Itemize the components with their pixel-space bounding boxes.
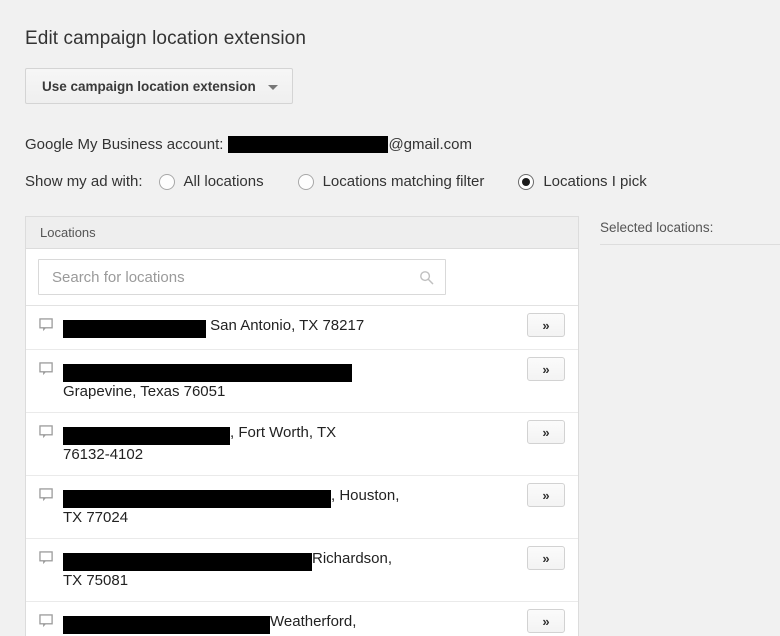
table-row[interactable]: Richardson, TX 75081 » bbox=[26, 539, 578, 602]
location-address: Weatherford,Texas 76086 bbox=[63, 611, 360, 636]
location-address-line2: 76132-4102 bbox=[63, 446, 144, 463]
selected-locations-title: Selected locations: bbox=[600, 220, 714, 235]
search-input[interactable] bbox=[39, 260, 445, 294]
radio-label-all-locations: All locations bbox=[183, 173, 264, 190]
locations-panel-title: Locations bbox=[40, 225, 96, 240]
location-address-line1: Weatherford, bbox=[270, 613, 357, 630]
radio-mark-locations-matching-filter[interactable] bbox=[297, 173, 314, 190]
show-my-ad-with-group: Show my ad with: All locations Locations… bbox=[25, 173, 647, 190]
location-address: Grapevine, Texas 76051 bbox=[63, 359, 356, 403]
locations-list: San Antonio, TX 78217» Grapevine, Texas 7… bbox=[26, 306, 578, 636]
page-title: Edit campaign location extension bbox=[25, 28, 306, 49]
redacted-business-name bbox=[63, 364, 352, 383]
location-address: Richardson, TX 75081 bbox=[63, 548, 396, 592]
search-box[interactable] bbox=[38, 259, 446, 295]
account-label: Google My Business account: bbox=[25, 136, 224, 153]
location-address-line1: , Houston, bbox=[331, 487, 400, 504]
redacted-business-name bbox=[63, 427, 230, 446]
location-address-line1: San Antonio, TX 78217 bbox=[206, 317, 365, 334]
redacted-business-name bbox=[63, 616, 270, 635]
move-location-right-button[interactable]: » bbox=[527, 546, 565, 570]
dropdown-label: Use campaign location extension bbox=[42, 78, 256, 94]
move-location-right-button[interactable]: » bbox=[527, 357, 565, 381]
google-my-business-account-line: Google My Business account: @gmail.com bbox=[25, 136, 472, 153]
location-address-line2: TX 75081 bbox=[63, 572, 129, 589]
radio-option-locations-matching-filter[interactable]: Locations matching filter bbox=[297, 173, 485, 190]
location-address-line2: TX 77024 bbox=[63, 509, 129, 526]
speech-bubble-icon bbox=[39, 362, 53, 376]
radio-mark-locations-i-pick[interactable] bbox=[518, 173, 535, 190]
table-row[interactable]: , Fort Worth, TX 76132-4102 » bbox=[26, 413, 578, 476]
location-address-line2: Grapevine, Texas 76051 bbox=[63, 383, 226, 400]
move-location-right-button[interactable]: » bbox=[527, 313, 565, 337]
selected-locations-column: Selected locations: bbox=[600, 220, 780, 245]
radio-option-all-locations[interactable]: All locations bbox=[158, 173, 264, 190]
locations-panel-header: Locations bbox=[26, 217, 578, 249]
radio-label-locations-matching-filter: Locations matching filter bbox=[322, 173, 485, 190]
redacted-business-name bbox=[63, 490, 331, 509]
move-location-right-button[interactable]: » bbox=[527, 483, 565, 507]
radio-option-locations-i-pick[interactable]: Locations I pick bbox=[518, 173, 647, 190]
speech-bubble-icon bbox=[39, 425, 53, 439]
locations-search-area bbox=[26, 249, 578, 306]
location-address: , Fort Worth, TX 76132-4102 bbox=[63, 422, 340, 466]
speech-bubble-icon bbox=[39, 488, 53, 502]
location-address: San Antonio, TX 78217 bbox=[63, 315, 368, 339]
move-location-right-button[interactable]: » bbox=[527, 420, 565, 444]
account-domain-suffix: @gmail.com bbox=[388, 136, 473, 153]
move-location-right-button[interactable]: » bbox=[527, 609, 565, 633]
speech-bubble-icon bbox=[39, 551, 53, 565]
redacted-account-name bbox=[228, 136, 389, 153]
chevron-down-icon bbox=[267, 84, 278, 90]
speech-bubble-icon bbox=[39, 318, 53, 332]
locations-panel: Locations San Antonio, TX 78217»Grapevin… bbox=[25, 216, 579, 636]
location-address: , Houston, TX 77024 bbox=[63, 485, 403, 529]
location-address-line1: Richardson, bbox=[312, 550, 393, 567]
redacted-business-name bbox=[63, 320, 206, 339]
speech-bubble-icon bbox=[39, 614, 53, 628]
radio-mark-all-locations[interactable] bbox=[158, 173, 175, 190]
selected-locations-divider bbox=[600, 244, 780, 245]
table-row[interactable]: San Antonio, TX 78217 » bbox=[26, 306, 578, 350]
redacted-business-name bbox=[63, 553, 312, 572]
use-campaign-location-extension-dropdown[interactable]: Use campaign location extension bbox=[25, 68, 293, 104]
table-row[interactable]: , Houston, TX 77024 » bbox=[26, 476, 578, 539]
location-address-line1: , Fort Worth, TX bbox=[230, 424, 337, 441]
show-my-ad-with-label: Show my ad with: bbox=[25, 173, 143, 190]
radio-label-locations-i-pick: Locations I pick bbox=[543, 173, 647, 190]
table-row[interactable]: Grapevine, Texas 76051 » bbox=[26, 350, 578, 413]
